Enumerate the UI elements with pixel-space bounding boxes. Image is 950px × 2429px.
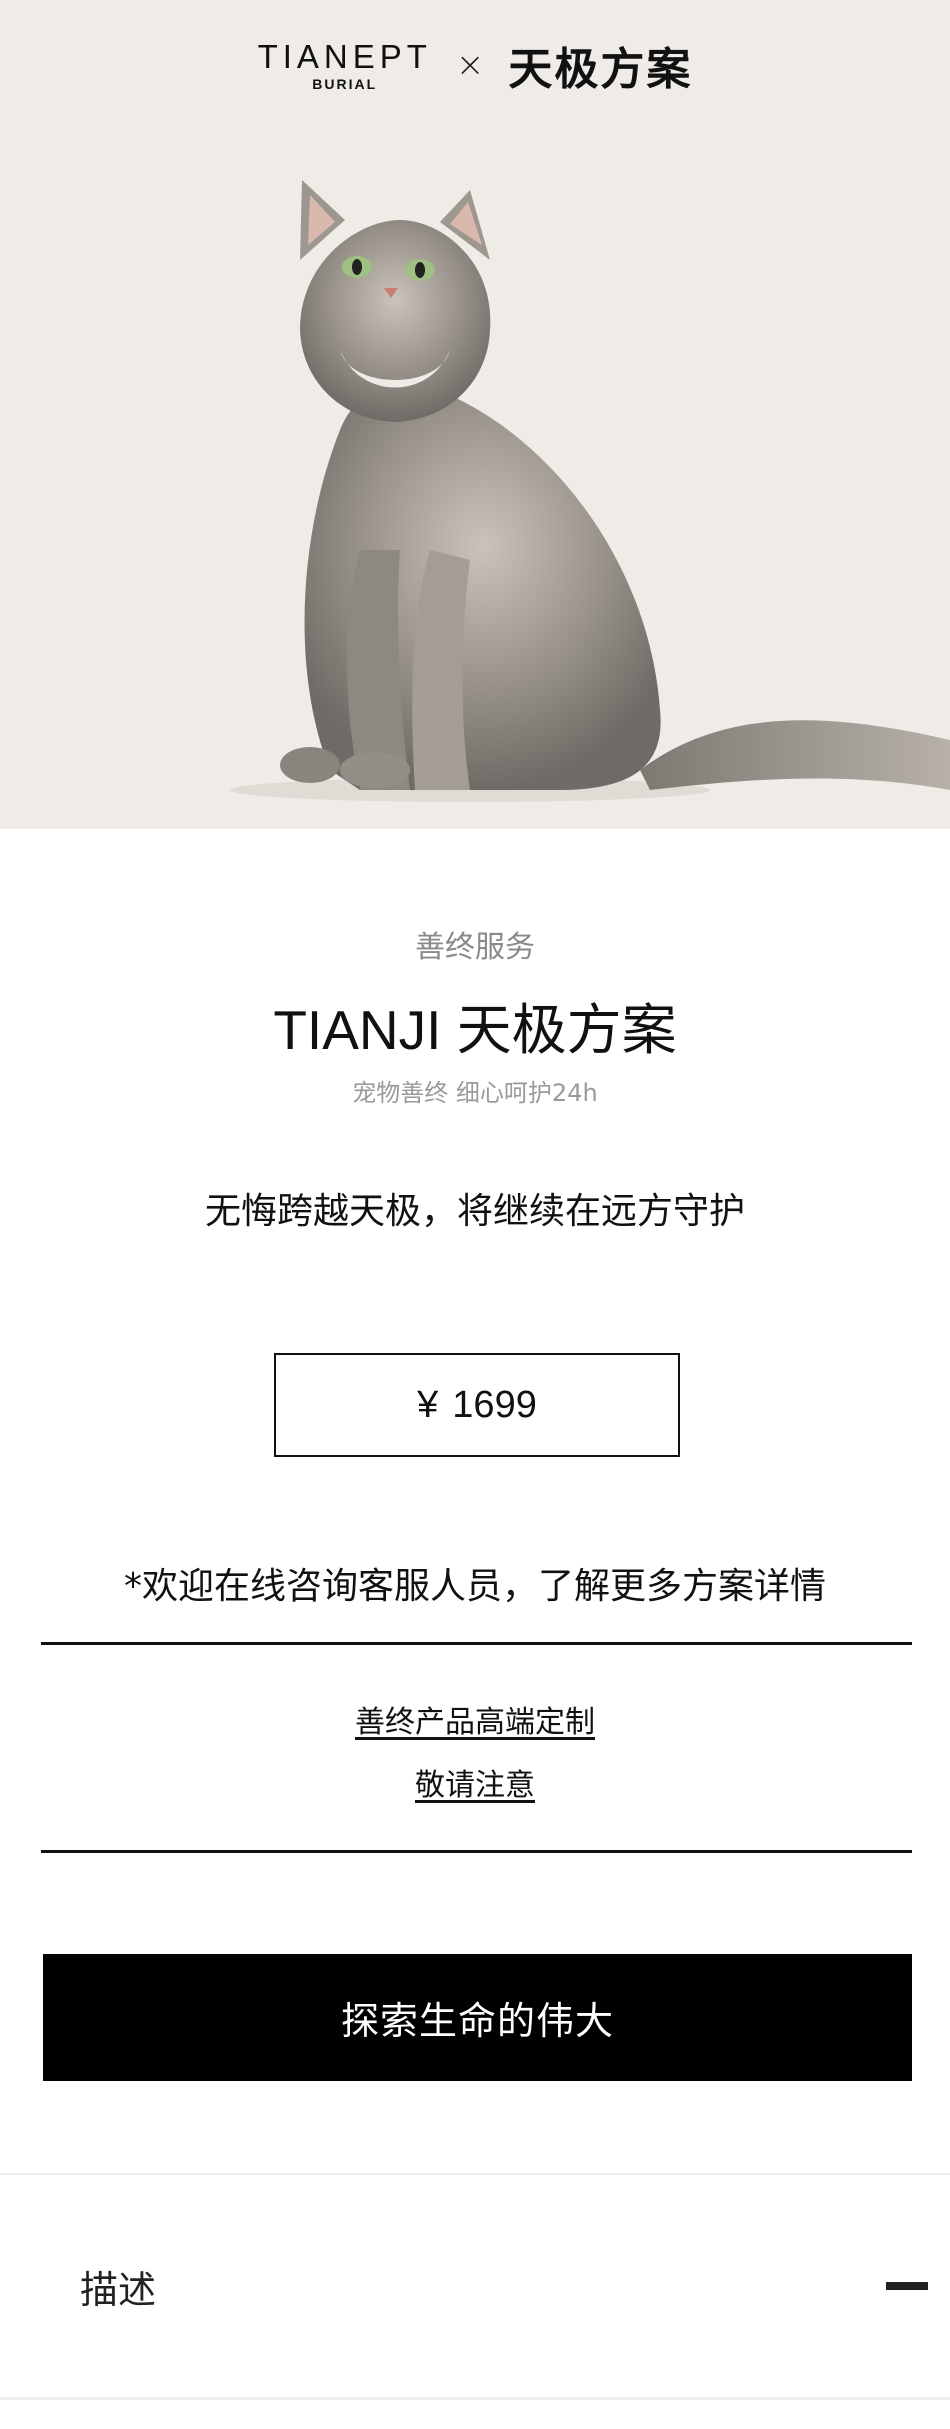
hero-banner: TIANEPT BURIAL × 天极方案: [0, 0, 950, 829]
price-box: ¥ 1699: [274, 1353, 680, 1457]
consult-note: *欢迎在线咨询客服人员，了解更多方案详情: [123, 1566, 826, 1607]
product-slogan: 无悔跨越天极，将继续在远方守护: [204, 1191, 745, 1232]
brand-chinese-name: 天极方案: [508, 44, 693, 95]
cat-photo: [230, 180, 950, 802]
logo-main-text: TIANEPT: [257, 37, 432, 75]
explore-button[interactable]: 探索生命的伟大: [43, 1954, 912, 2081]
divider-top: [41, 1642, 912, 1645]
logo-sub-text: BURIAL: [312, 75, 378, 92]
minus-icon[interactable]: [886, 2282, 928, 2290]
product-title: TIANJI 天极方案: [273, 999, 677, 1061]
notice-link-row: 敬请注意: [0, 1760, 950, 1804]
description-accordion-header[interactable]: 描述: [0, 2175, 950, 2397]
custom-product-link-row: 善终产品高端定制: [0, 1697, 950, 1741]
accordion-divider-bottom: [0, 2397, 950, 2400]
currency-symbol: ¥: [417, 1383, 439, 1426]
tianept-logo: TIANEPT BURIAL: [258, 40, 432, 91]
custom-product-link[interactable]: 善终产品高端定制: [355, 1705, 595, 1740]
notice-link[interactable]: 敬请注意: [415, 1768, 535, 1803]
price-value: 1699: [452, 1383, 537, 1426]
brand-separator: ×: [455, 45, 485, 85]
divider-bottom: [41, 1850, 912, 1853]
brand-header: TIANEPT BURIAL × 天极方案: [0, 30, 950, 100]
description-label: 描述: [80, 2267, 157, 2312]
product-subtitle: 宠物善终 细心呵护24h: [352, 1079, 598, 1107]
product-kicker: 善终服务: [415, 930, 535, 965]
